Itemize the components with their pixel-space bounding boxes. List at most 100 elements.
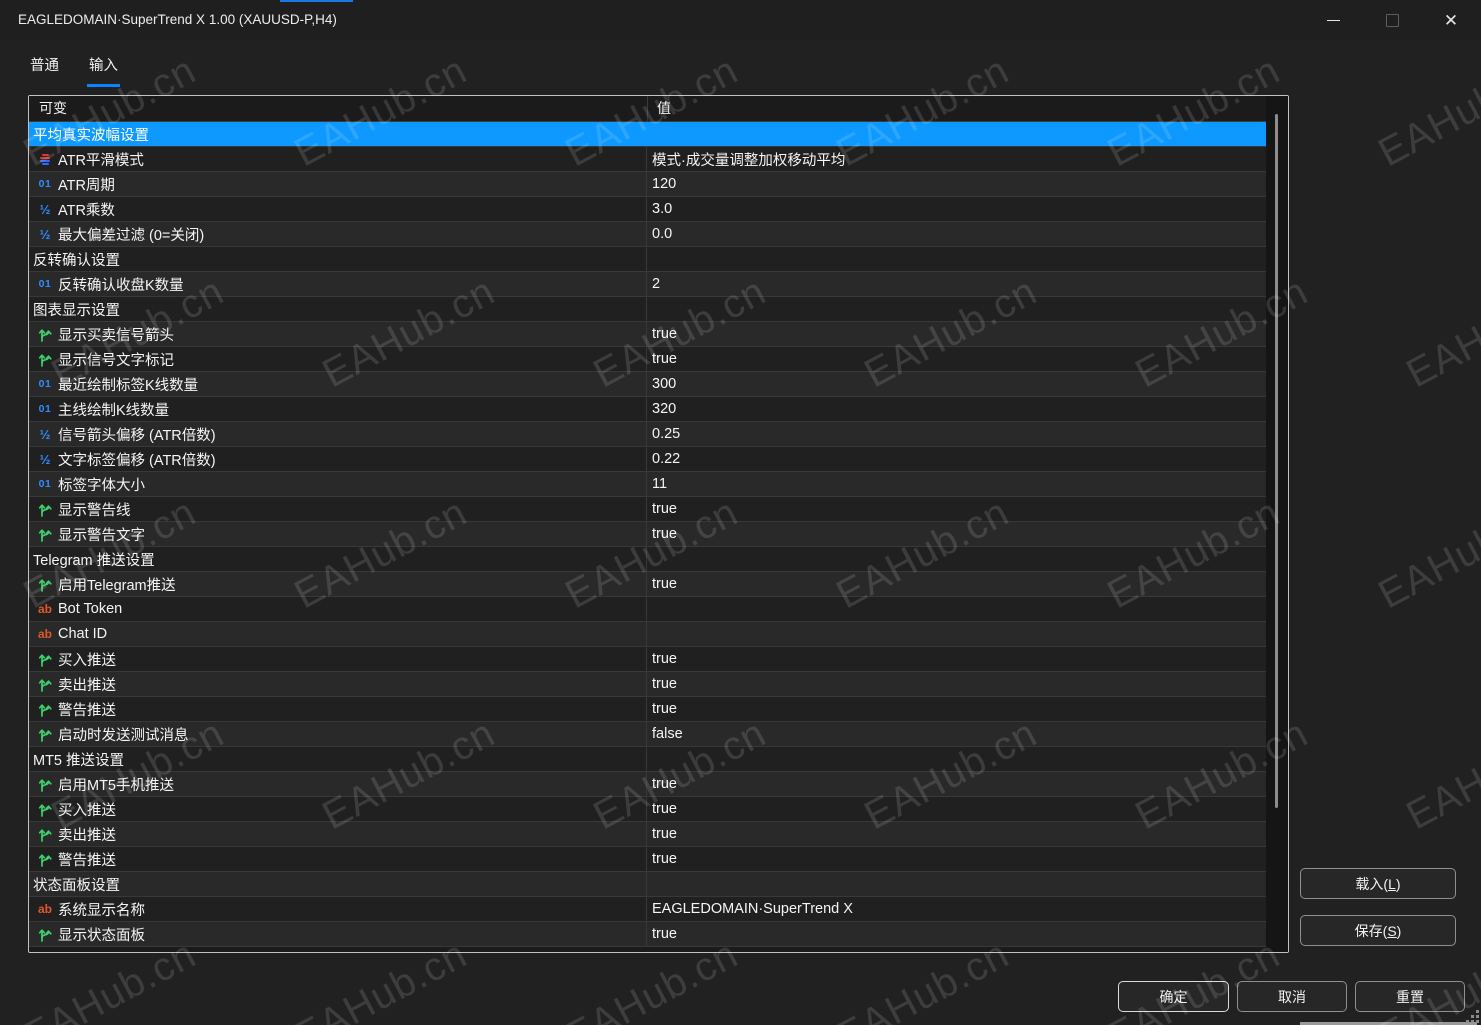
indicator-inputs-dialog: EAGLEDOMAIN·SuperTrend X 1.00 (XAUUSD-P,… — [0, 0, 1481, 1025]
tab-inputs[interactable]: 输入 — [87, 50, 120, 87]
param-value: 320 — [652, 401, 677, 417]
resize-grip[interactable] — [1465, 1009, 1479, 1023]
param-label: 文字标签偏移 (ATR倍数) — [58, 452, 216, 469]
table-row[interactable]: ½ 最大偏差过滤 (0=关闭) 0.0 — [29, 222, 1266, 247]
table-row[interactable]: 买入推送 true — [29, 797, 1266, 822]
minimize-button[interactable] — [1310, 0, 1356, 40]
ok-button[interactable]: 确定 — [1118, 981, 1229, 1012]
param-label: MT5 推送设置 — [33, 752, 125, 769]
param-label: 启动时发送测试消息 — [58, 727, 189, 744]
param-name-cell: 01 标签字体大小 — [29, 472, 647, 496]
param-value-cell: 模式·成交量调整加权移动平均 — [647, 147, 1266, 171]
table-row[interactable]: ab 系统显示名称 EAGLEDOMAIN·SuperTrend X — [29, 897, 1266, 922]
param-value-cell — [647, 122, 1266, 146]
param-name-cell: 显示警告线 — [29, 497, 647, 521]
table-row-selected[interactable]: 平均真实波幅设置 — [29, 122, 1266, 147]
table-row[interactable]: 01 主线绘制K线数量 320 — [29, 397, 1266, 422]
table-row[interactable]: Telegram 推送设置 — [29, 547, 1266, 572]
boolean-icon — [35, 826, 55, 842]
param-name-cell: ATR平滑模式 — [29, 147, 647, 171]
table-row[interactable]: ½ ATR乘数 3.0 — [29, 197, 1266, 222]
param-name-cell: 警告推送 — [29, 697, 647, 721]
table-row[interactable]: 显示买卖信号箭头 true — [29, 322, 1266, 347]
watermark-text: EAHub.cn — [1371, 47, 1481, 176]
double-icon: ½ — [39, 426, 51, 442]
table-row[interactable]: 启用MT5手机推送 true — [29, 772, 1266, 797]
table-row[interactable]: 警告推送 true — [29, 847, 1266, 872]
table-row[interactable]: 反转确认设置 — [29, 247, 1266, 272]
vertical-scrollbar[interactable] — [1266, 96, 1288, 952]
cancel-button[interactable]: 取消 — [1237, 981, 1347, 1012]
table-row[interactable]: 01 最近绘制标签K线数量 300 — [29, 372, 1266, 397]
table-row[interactable]: ½ 文字标签偏移 (ATR倍数) 0.22 — [29, 447, 1266, 472]
param-value: 0.25 — [652, 426, 681, 442]
table-row[interactable]: 显示状态面板 true — [29, 922, 1266, 947]
save-button[interactable]: 保存(S) — [1300, 915, 1456, 946]
table-row[interactable]: ab Bot Token — [29, 597, 1266, 622]
param-label: ATR周期 — [58, 177, 115, 194]
close-icon: ✕ — [1443, 10, 1459, 30]
param-name-cell: 平均真实波幅设置 — [29, 122, 647, 146]
param-value-cell — [647, 597, 1266, 621]
param-name-cell: ab Bot Token — [29, 597, 647, 621]
table-row[interactable]: ½ 信号箭头偏移 (ATR倍数) 0.25 — [29, 422, 1266, 447]
table-row[interactable]: MT5 推送设置 — [29, 747, 1266, 772]
param-value: true — [652, 351, 677, 367]
table-row[interactable]: 卖出推送 true — [29, 672, 1266, 697]
param-value: 3.0 — [652, 201, 673, 217]
table-row[interactable]: 启动时发送测试消息 false — [29, 722, 1266, 747]
tab-common[interactable]: 普通 — [28, 50, 61, 87]
table-row[interactable]: ATR平滑模式 模式·成交量调整加权移动平均 — [29, 147, 1266, 172]
param-value-cell: 0.22 — [647, 447, 1266, 471]
param-label: 图表显示设置 — [33, 302, 120, 319]
table-row[interactable]: 警告推送 true — [29, 697, 1266, 722]
table-row[interactable]: 01 反转确认收盘K数量 2 — [29, 272, 1266, 297]
param-value-cell: true — [647, 322, 1266, 346]
maximize-button[interactable] — [1369, 0, 1415, 40]
param-value: 300 — [652, 376, 677, 392]
param-label: 显示警告文字 — [58, 527, 145, 544]
save-button-accesskey: S — [1387, 922, 1397, 939]
param-name-cell: ab Chat ID — [29, 622, 647, 646]
double-icon: ½ — [39, 201, 51, 217]
param-value: 0.0 — [652, 226, 673, 242]
table-row[interactable]: 状态面板设置 — [29, 872, 1266, 897]
param-value-cell: true — [647, 772, 1266, 796]
param-value: true — [652, 501, 677, 517]
param-label: 买入推送 — [58, 802, 116, 819]
table-row[interactable]: 图表显示设置 — [29, 297, 1266, 322]
param-value-cell: 3.0 — [647, 197, 1266, 221]
table-row[interactable]: 启用Telegram推送 true — [29, 572, 1266, 597]
column-header-value[interactable]: 值 — [657, 96, 671, 121]
table-row[interactable]: ab Chat ID — [29, 622, 1266, 647]
param-name-cell: ½ ATR乘数 — [29, 197, 647, 221]
string-icon: ab — [37, 602, 52, 616]
table-row[interactable]: 买入推送 true — [29, 647, 1266, 672]
table-row[interactable]: 01 标签字体大小 11 — [29, 472, 1266, 497]
param-value: false — [652, 726, 683, 742]
string-icon: ab — [37, 627, 52, 641]
reset-button[interactable]: 重置 — [1355, 981, 1465, 1012]
column-header-variable[interactable]: 可变 — [39, 96, 67, 121]
param-value-cell — [647, 747, 1266, 771]
param-value-cell: true — [647, 797, 1266, 821]
integer-icon: 01 — [38, 178, 52, 190]
table-row[interactable]: 显示警告线 true — [29, 497, 1266, 522]
param-label: 显示买卖信号箭头 — [58, 327, 174, 344]
boolean-icon — [35, 701, 55, 717]
param-name-cell: 01 ATR周期 — [29, 172, 647, 196]
table-row[interactable]: 01 ATR周期 120 — [29, 172, 1266, 197]
load-button[interactable]: 载入(L) — [1300, 868, 1456, 899]
param-label: 标签字体大小 — [58, 477, 145, 494]
table-row[interactable]: 显示信号文字标记 true — [29, 347, 1266, 372]
param-name-cell: 启用Telegram推送 — [29, 572, 647, 596]
table-row[interactable]: 卖出推送 true — [29, 822, 1266, 847]
minimize-icon — [1326, 19, 1340, 21]
param-value: true — [652, 826, 677, 842]
table-row[interactable]: 显示警告文字 true — [29, 522, 1266, 547]
scrollbar-thumb[interactable] — [1275, 114, 1278, 808]
param-name-cell: 显示买卖信号箭头 — [29, 322, 647, 346]
param-label: Bot Token — [58, 601, 123, 617]
param-label: 最大偏差过滤 (0=关闭) — [58, 227, 205, 244]
close-button[interactable]: ✕ — [1428, 0, 1474, 40]
